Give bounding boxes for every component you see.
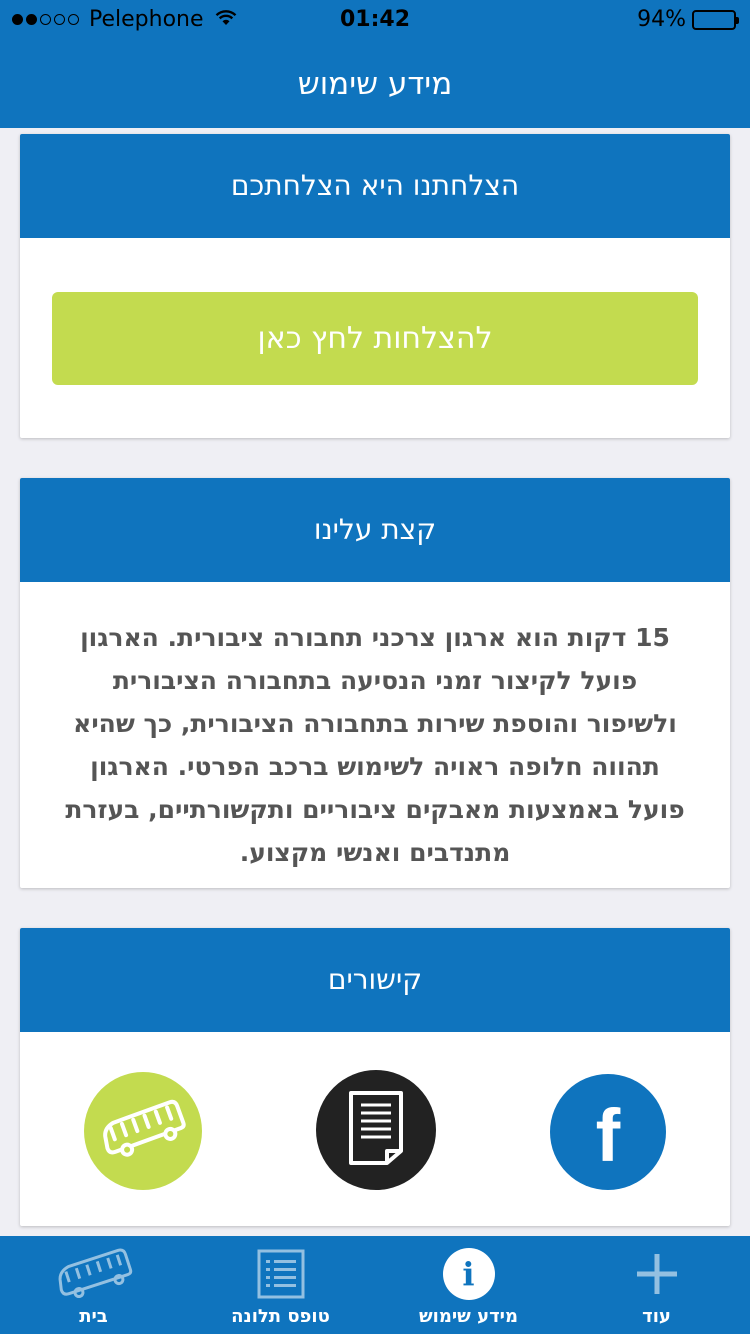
battery-icon bbox=[692, 9, 739, 30]
tab-home[interactable]: בית bbox=[0, 1236, 187, 1334]
content-scroll[interactable]: הצלחתנו היא הצלחתכם להצלחות לחץ כאן קצת … bbox=[0, 128, 750, 1236]
battery-percent: 94% bbox=[637, 7, 686, 32]
nav-bar: מידע שימוש bbox=[0, 40, 750, 128]
status-right: 94% bbox=[637, 7, 739, 32]
tab-bar: בית טופס תלונה i מידע שימוש עוד bbox=[0, 1236, 750, 1334]
success-stories-button[interactable]: להצלחות לחץ כאן bbox=[52, 292, 698, 385]
tab-complaint-form-label: טופס תלונה bbox=[231, 1306, 330, 1327]
status-bar: Pelephone 01:42 94% bbox=[0, 0, 750, 40]
document-link-button[interactable] bbox=[316, 1070, 436, 1190]
plus-icon bbox=[563, 1244, 750, 1304]
bus-icon bbox=[0, 1244, 187, 1304]
facebook-icon: f bbox=[595, 1094, 621, 1177]
bus-icon bbox=[97, 1099, 189, 1163]
page-title: מידע שימוש bbox=[297, 66, 453, 102]
tab-home-label: בית bbox=[79, 1306, 108, 1327]
tab-complaint-form[interactable]: טופס תלונה bbox=[187, 1236, 374, 1334]
list-icon bbox=[187, 1244, 374, 1304]
links-card: קישורים f bbox=[20, 928, 730, 1226]
links-card-title: קישורים bbox=[20, 928, 730, 1032]
success-card-title: הצלחתנו היא הצלחתכם bbox=[20, 134, 730, 238]
about-card: קצת עלינו 15 דקות הוא ארגון צרכני תחבורה… bbox=[20, 478, 730, 888]
tab-usage-info-label: מידע שימוש bbox=[419, 1306, 518, 1327]
tab-more[interactable]: עוד bbox=[563, 1236, 750, 1334]
about-text: 15 דקות הוא ארגון צרכני תחבורה ציבורית. … bbox=[65, 623, 685, 867]
document-icon bbox=[345, 1089, 407, 1171]
info-icon: i bbox=[442, 1248, 495, 1300]
links-row: f bbox=[20, 1032, 730, 1226]
tab-info-icon-wrap: i bbox=[375, 1244, 562, 1304]
tab-more-label: עוד bbox=[642, 1306, 671, 1327]
about-card-title: קצת עלינו bbox=[20, 478, 730, 582]
success-card: הצלחתנו היא הצלחתכם להצלחות לחץ כאן bbox=[20, 134, 730, 438]
tab-usage-info[interactable]: i מידע שימוש bbox=[375, 1236, 562, 1334]
facebook-link-button[interactable]: f bbox=[550, 1074, 666, 1190]
bus-link-button[interactable] bbox=[84, 1072, 202, 1190]
